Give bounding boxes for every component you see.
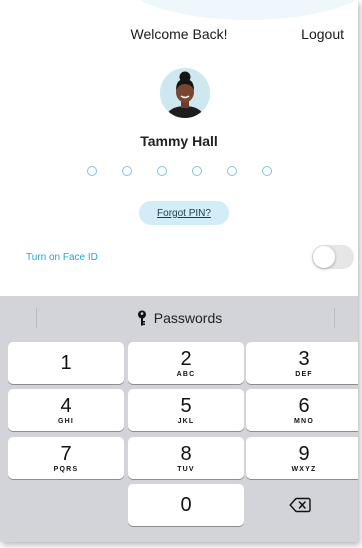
key-5[interactable]: 5 JKL: [128, 389, 244, 431]
login-screen: Welcome Back! Logout Tammy Hall Forgot P…: [0, 0, 358, 542]
key-9[interactable]: 9 WXYZ: [246, 437, 358, 479]
key-digit: 8: [180, 442, 192, 465]
pin-dot: [121, 166, 132, 176]
pin-dot: [156, 166, 167, 176]
key-6[interactable]: 6 MNO: [246, 389, 358, 431]
numeric-keyboard: Passwords 1 2 ABC 3 DEF 4 GHI 5 JKL 6 MN…: [0, 296, 358, 542]
key-letters: TUV: [177, 465, 195, 473]
key-digit: 7: [60, 442, 72, 465]
key-digit: 9: [298, 442, 310, 465]
key-8[interactable]: 8 TUV: [128, 437, 244, 479]
key-digit: 4: [60, 394, 72, 417]
pin-dot: [226, 166, 237, 176]
key-7[interactable]: 7 PQRS: [8, 437, 124, 479]
key-letters: JKL: [177, 417, 195, 425]
face-id-label: Turn on Face ID: [26, 252, 98, 263]
user-name: Tammy Hall: [140, 133, 218, 149]
pin-dot: [86, 166, 97, 176]
pin-dots: [0, 166, 358, 176]
backspace-icon: [289, 497, 311, 513]
pin-dot: [191, 166, 202, 176]
passwords-bar: Passwords: [0, 296, 358, 338]
key-letters: GHI: [57, 417, 75, 425]
key-letters: PQRS: [53, 465, 79, 473]
header: Welcome Back! Logout: [0, 0, 358, 60]
key-letters: MNO: [294, 417, 314, 425]
key-letters: ABC: [176, 370, 196, 378]
toggle-knob: [313, 246, 335, 268]
key-letters: DEF: [295, 370, 313, 378]
pin-dot: [261, 166, 272, 176]
key-digit: 0: [180, 494, 192, 516]
key-digit: 2: [180, 347, 192, 370]
key-letters: WXYZ: [291, 465, 317, 473]
key-4[interactable]: 4 GHI: [8, 389, 124, 431]
passwords-label: Passwords: [153, 310, 223, 326]
key-digit: 5: [180, 394, 192, 417]
key-digit: 3: [298, 347, 310, 370]
key-digit: 6: [298, 394, 310, 417]
face-id-toggle[interactable]: [312, 245, 354, 269]
passwords-button[interactable]: Passwords: [0, 310, 358, 326]
key-0[interactable]: 0: [128, 484, 244, 526]
key-3[interactable]: 3 DEF: [246, 342, 358, 384]
key-1[interactable]: 1: [8, 342, 124, 384]
logout-button[interactable]: Logout: [301, 26, 344, 42]
key-icon: [137, 310, 146, 326]
key-digit: 1: [60, 352, 72, 374]
forgot-pin-button[interactable]: Forgot PIN?: [139, 201, 229, 225]
delete-key[interactable]: [246, 484, 354, 526]
key-2[interactable]: 2 ABC: [128, 342, 244, 384]
avatar: [160, 68, 210, 118]
